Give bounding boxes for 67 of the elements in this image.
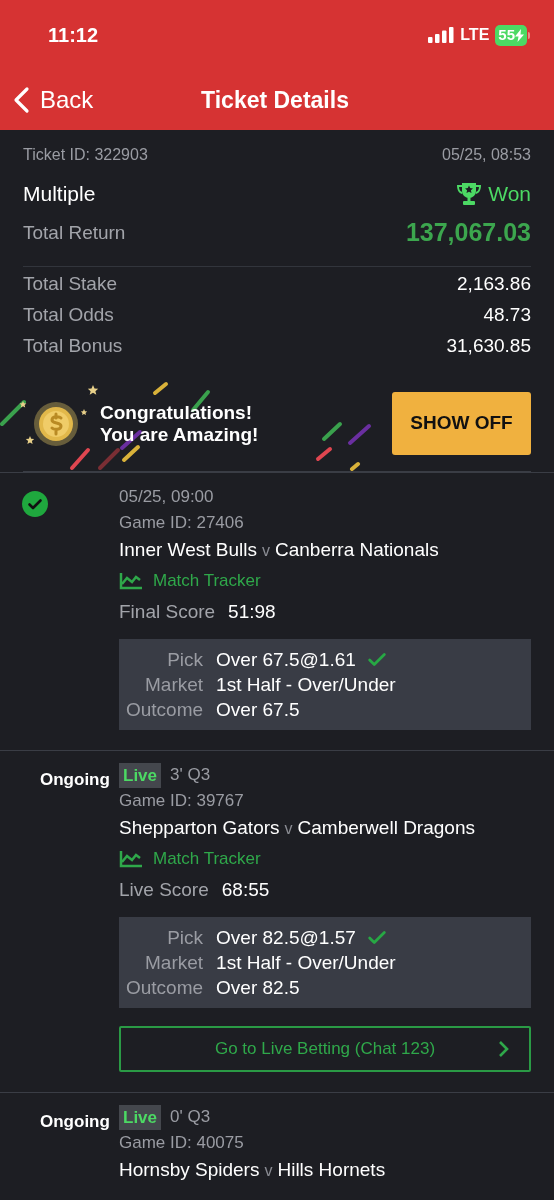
bet-type: Multiple: [23, 181, 96, 208]
charging-bolt-icon: [515, 28, 524, 42]
coin-icon: [33, 401, 79, 447]
away-team: Camberwell Dragons: [297, 816, 475, 840]
return-value: 137,067.03: [405, 217, 531, 249]
total-value: 2,163.86: [457, 272, 531, 297]
match-time: 3' Q3: [170, 764, 211, 787]
total-label: Total Stake: [23, 272, 117, 297]
pick-value: Over 67.5@1.61: [216, 648, 356, 672]
chevron-left-icon: [13, 86, 30, 114]
pick-value: 1st Half - Over/Under: [216, 951, 396, 975]
congrats-heading: Congratulations!: [100, 401, 253, 424]
pick-value: Over 82.5: [216, 976, 300, 1000]
chevron-right-icon: [497, 1040, 509, 1058]
ticket-id: Ticket ID: 322903: [23, 145, 148, 165]
live-badge: Live: [119, 1104, 162, 1130]
success-check-icon: [22, 491, 48, 517]
congrats-subheading: You are Amazing!: [100, 423, 259, 446]
total-label: Total Bonus: [23, 334, 123, 359]
match-tracker-link[interactable]: Match Tracker: [119, 566, 261, 596]
home-team: Shepparton Gators: [119, 816, 280, 840]
trophy-icon: [456, 182, 483, 206]
pick-label: Outcome: [126, 698, 204, 722]
game-id: Game ID: 39767: [119, 790, 245, 812]
versus-label: v: [264, 1161, 273, 1181]
versus-label: v: [262, 541, 270, 561]
score-label: Live Score: [119, 878, 209, 902]
leg-status: Ongoing: [40, 769, 110, 791]
pick-label: Outcome: [126, 976, 204, 1000]
pick-value: Over 67.5: [216, 698, 300, 722]
score-label: Final Score: [119, 600, 216, 624]
clock: 11:12: [48, 23, 99, 48]
page-title: Ticket Details: [200, 85, 350, 115]
live-betting-button[interactable]: Go to Live Betting (Chat 123): [119, 1026, 531, 1072]
back-button[interactable]: Back: [0, 82, 94, 118]
match-time: 0' Q3: [170, 1106, 211, 1129]
pick-value: Over 82.5@1.57: [216, 926, 356, 950]
leg-status: Ongoing: [40, 1111, 110, 1133]
pick-label: Market: [144, 673, 204, 697]
result-status: Won: [488, 181, 531, 208]
show-off-button[interactable]: SHOW OFF: [392, 392, 531, 455]
game-id: Game ID: 40075: [119, 1132, 245, 1154]
total-value: 31,630.85: [446, 334, 531, 359]
line-chart-icon: [119, 850, 143, 868]
game-id: Game ID: 27406: [119, 512, 245, 534]
match-time: 05/25, 09:00: [119, 486, 214, 509]
battery-level: 55: [498, 24, 515, 45]
score-value: 51:98: [228, 600, 276, 624]
return-label: Total Return: [23, 220, 126, 245]
pick-label: Pick: [166, 926, 204, 950]
network-label: LTE: [460, 25, 490, 45]
line-chart-icon: [119, 572, 143, 590]
total-label: Total Odds: [23, 303, 114, 328]
pick-label: Pick: [166, 648, 204, 672]
match-tracker-link[interactable]: Match Tracker: [119, 844, 261, 874]
ticket-date: 05/25, 08:53: [442, 145, 531, 165]
score-value: 68:55: [221, 878, 270, 902]
home-team: Hornsby Spiders: [119, 1158, 260, 1182]
signal-icon: [428, 27, 455, 43]
home-team: Inner West Bulls: [119, 538, 257, 562]
pick-label: Market: [144, 951, 204, 975]
away-team: Canberra Nationals: [275, 538, 439, 562]
live-badge: Live: [119, 762, 162, 788]
pick-value: 1st Half - Over/Under: [216, 673, 396, 697]
versus-label: v: [284, 819, 293, 839]
total-value: 48.73: [483, 303, 531, 328]
away-team: Hills Hornets: [277, 1158, 386, 1182]
